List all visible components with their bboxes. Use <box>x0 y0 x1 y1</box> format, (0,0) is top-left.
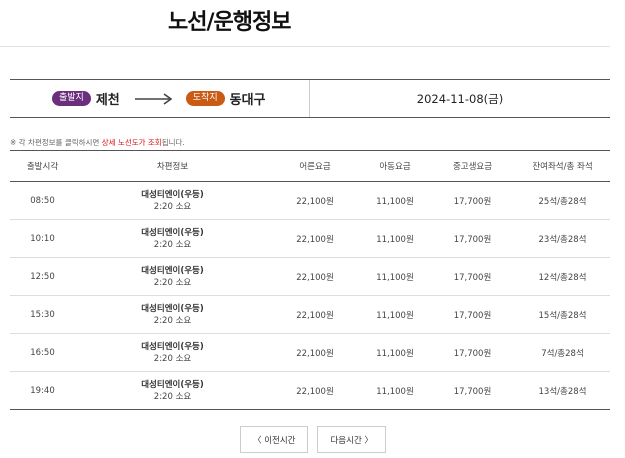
departure-city: 제천 <box>95 93 120 108</box>
departure-time: 15:30 <box>10 295 75 334</box>
bus-company: 대성티엔이(우등) <box>141 341 204 352</box>
bus-info[interactable]: 대성티엔이(우등) 2:20 소요 <box>75 371 270 410</box>
trip-duration: 2:20 소요 <box>153 239 192 250</box>
trip-duration: 2:20 소요 <box>153 277 192 288</box>
student-fare: 17,700원 <box>430 257 515 296</box>
departure-badge: 출발지 <box>52 91 91 106</box>
trip-duration: 2:20 소요 <box>153 315 192 326</box>
table-row[interactable]: 08:50 대성티엔이(우등) 2:20 소요 22,100원 11,100원 1… <box>10 181 610 220</box>
bus-company: 대성티엔이(우등) <box>141 227 204 238</box>
header-bus-info: 차편정보 <box>75 150 270 182</box>
table-row[interactable]: 10:10 대성티엔이(우등) 2:20 소요 22,100원 11,100원 1… <box>10 219 610 258</box>
departure-time: 16:50 <box>10 333 75 372</box>
bus-company: 대성티엔이(우등) <box>141 379 204 390</box>
travel-date: 2024-11-08(금) <box>416 91 504 106</box>
arrow-right-icon <box>134 92 173 105</box>
seat-availability: 23석/총28석 <box>515 219 610 258</box>
departure-time: 08:50 <box>10 181 75 220</box>
child-fare: 11,100원 <box>360 295 430 334</box>
bus-info[interactable]: 대성티엔이(우등) 2:20 소요 <box>75 333 270 372</box>
adult-fare: 22,100원 <box>270 219 360 258</box>
seat-availability: 7석/총28석 <box>515 333 610 372</box>
bus-company: 대성티엔이(우등) <box>141 189 204 200</box>
table-row[interactable]: 19:40 대성티엔이(우등) 2:20 소요 22,100원 11,100원 1… <box>10 371 610 410</box>
header-student-fare: 중고생요금 <box>430 150 515 182</box>
header-adult-fare: 어른요금 <box>270 150 360 182</box>
time-pager: 〈 이전시간 다음시간 〉 <box>240 426 386 453</box>
bus-info[interactable]: 대성티엔이(우등) 2:20 소요 <box>75 295 270 334</box>
trip-duration: 2:20 소요 <box>153 391 192 402</box>
notice-text: ※ 각 차편정보를 클릭하시면 상세 노선도가 조회됩니다. <box>10 137 185 148</box>
child-fare: 11,100원 <box>360 257 430 296</box>
notice-suffix: 됩니다. <box>161 138 185 147</box>
schedule-table: 출발시각 차편정보 어른요금 아동요금 중고생요금 잔여좌석/총 좌석 08:5… <box>10 150 610 410</box>
departure-time: 12:50 <box>10 257 75 296</box>
notice-prefix: ※ 각 차편정보를 클릭하시면 <box>10 138 102 147</box>
departure-time: 19:40 <box>10 371 75 410</box>
route-summary: 출발지 제천 도착지 동대구 2024-11-08(금) <box>10 79 610 118</box>
prev-time-button[interactable]: 〈 이전시간 <box>240 426 309 453</box>
student-fare: 17,700원 <box>430 219 515 258</box>
table-row[interactable]: 15:30 대성티엔이(우등) 2:20 소요 22,100원 11,100원 1… <box>10 295 610 334</box>
seat-availability: 13석/총28석 <box>515 371 610 410</box>
seat-availability: 12석/총28석 <box>515 257 610 296</box>
trip-duration: 2:20 소요 <box>153 353 192 364</box>
table-header-row: 출발시각 차편정보 어른요금 아동요금 중고생요금 잔여좌석/총 좌석 <box>10 150 610 182</box>
adult-fare: 22,100원 <box>270 333 360 372</box>
table-row[interactable]: 16:50 대성티엔이(우등) 2:20 소요 22,100원 11,100원 1… <box>10 333 610 372</box>
table-row[interactable]: 12:50 대성티엔이(우등) 2:20 소요 22,100원 11,100원 1… <box>10 257 610 296</box>
child-fare: 11,100원 <box>360 219 430 258</box>
adult-fare: 22,100원 <box>270 181 360 220</box>
header-departure-time: 출발시각 <box>10 150 75 182</box>
adult-fare: 22,100원 <box>270 295 360 334</box>
student-fare: 17,700원 <box>430 371 515 410</box>
arrival-badge: 도착지 <box>185 91 225 106</box>
bus-info[interactable]: 대성티엔이(우등) 2:20 소요 <box>75 219 270 258</box>
header-seats: 잔여좌석/총 좌석 <box>515 150 610 182</box>
notice-highlight: 상세 노선도가 조회 <box>101 138 162 147</box>
bus-company: 대성티엔이(우등) <box>141 265 204 276</box>
page-title: 노선/운행정보 <box>168 10 291 35</box>
student-fare: 17,700원 <box>430 181 515 220</box>
route-cities: 출발지 제천 도착지 동대구 <box>10 80 310 117</box>
schedule-table-wrap: 출발시각 차편정보 어른요금 아동요금 중고생요금 잔여좌석/총 좌석 08:5… <box>10 150 610 410</box>
arrival-city: 동대구 <box>229 93 266 108</box>
student-fare: 17,700원 <box>430 333 515 372</box>
bus-info[interactable]: 대성티엔이(우등) 2:20 소요 <box>75 181 270 220</box>
header-child-fare: 아동요금 <box>360 150 430 182</box>
bus-info[interactable]: 대성티엔이(우등) 2:20 소요 <box>75 257 270 296</box>
adult-fare: 22,100원 <box>270 371 360 410</box>
child-fare: 11,100원 <box>360 181 430 220</box>
bus-company: 대성티엔이(우등) <box>141 303 204 314</box>
next-time-button[interactable]: 다음시간 〉 <box>317 426 386 453</box>
child-fare: 11,100원 <box>360 371 430 410</box>
seat-availability: 25석/총28석 <box>515 181 610 220</box>
title-divider <box>0 46 610 47</box>
trip-duration: 2:20 소요 <box>153 201 192 212</box>
student-fare: 17,700원 <box>430 295 515 334</box>
seat-availability: 15석/총28석 <box>515 295 610 334</box>
departure-time: 10:10 <box>10 219 75 258</box>
child-fare: 11,100원 <box>360 333 430 372</box>
adult-fare: 22,100원 <box>270 257 360 296</box>
